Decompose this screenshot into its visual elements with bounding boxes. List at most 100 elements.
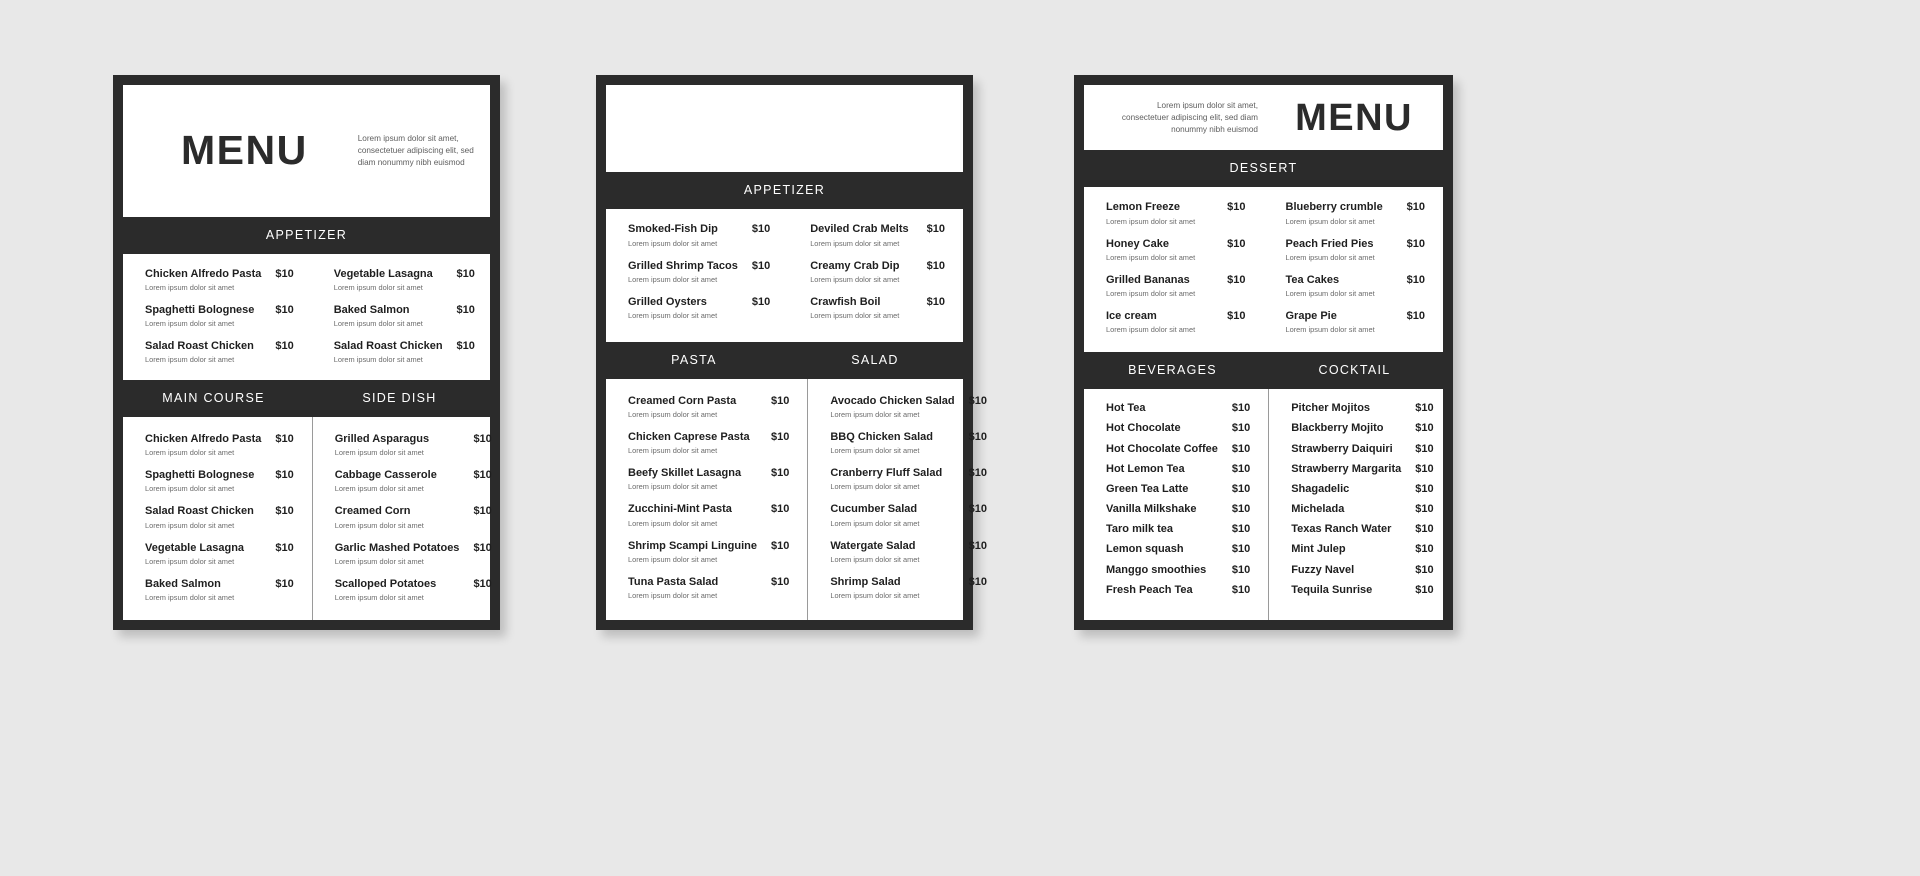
menu-item[interactable]: Vegetable Lasagna Lorem ipsum dolor sit …	[334, 268, 475, 292]
menu-item-desc: Lorem ipsum dolor sit amet	[628, 554, 718, 564]
menu-item[interactable]: Hot Chocolate Coffee $10	[1106, 443, 1250, 456]
menu-item-name: Smoked-Fish Dip	[628, 223, 718, 236]
menu-item[interactable]: Hot Chocolate $10	[1106, 422, 1250, 435]
menu-item-price: $10	[968, 394, 987, 407]
menu-item[interactable]: Cranberry Fluff Salad Lorem ipsum dolor …	[830, 467, 987, 491]
menu-item[interactable]: Lemon squash $10	[1106, 543, 1250, 556]
menu-item[interactable]: Creamed Corn Pasta Lorem ipsum dolor sit…	[628, 395, 789, 419]
menu-item[interactable]: Grilled Bananas Lorem ipsum dolor sit am…	[1106, 274, 1246, 298]
menu-item-texts: Grilled Asparagus Lorem ipsum dolor sit …	[335, 433, 429, 457]
menu-item-name: Creamed Corn	[334, 505, 411, 518]
menu-item[interactable]: Avocado Chicken Salad Lorem ipsum dolor …	[830, 395, 987, 419]
menu-item-name: Vegetable Lasagna	[145, 541, 245, 554]
menu-item-texts: Baked Salmon Lorem ipsum dolor sit amet	[334, 304, 423, 328]
menu-item[interactable]: Spaghetti Bolognese Lorem ipsum dolor si…	[145, 304, 294, 328]
menu-item[interactable]: Michelada $10	[1291, 503, 1433, 516]
menu-item[interactable]: Peach Fried Pies Lorem ipsum dolor sit a…	[1286, 238, 1426, 262]
menu-item[interactable]: Vegetable Lasagna Lorem ipsum dolor sit …	[145, 542, 294, 566]
menu-item[interactable]: Crawfish Boil Lorem ipsum dolor sit amet…	[810, 296, 945, 320]
menu-item[interactable]: Blueberry crumble Lorem ipsum dolor sit …	[1286, 201, 1426, 225]
menu-item[interactable]: Mint Julep $10	[1291, 543, 1433, 556]
menu-item[interactable]: Tea Cakes Lorem ipsum dolor sit amet $10	[1286, 274, 1426, 298]
card-1-appetizer-bar-row: APPETIZER	[123, 221, 490, 249]
menu-item[interactable]: Beefy Skillet Lasagna Lorem ipsum dolor …	[628, 467, 789, 491]
menu-item[interactable]: Manggo smoothies $10	[1106, 564, 1250, 577]
menu-item-name: Salad Roast Chicken	[333, 339, 443, 352]
menu-item[interactable]: Strawberry Margarita $10	[1291, 463, 1433, 476]
menu-item[interactable]: Strawberry Daiquiri $10	[1291, 443, 1433, 456]
menu-item[interactable]: Lemon Freeze Lorem ipsum dolor sit amet …	[1106, 201, 1246, 225]
menu-item-price: $10	[473, 469, 492, 482]
menu-item-desc: Lorem ipsum dolor sit amet	[1285, 325, 1375, 335]
menu-item[interactable]: Creamed Corn Lorem ipsum dolor sit amet …	[335, 505, 492, 529]
menu-item[interactable]: Taro milk tea $10	[1106, 523, 1250, 536]
menu-item[interactable]: Fuzzy Navel $10	[1291, 564, 1433, 577]
menu-item-name: Vanilla Milkshake	[1106, 503, 1197, 516]
menu-item-desc: Lorem ipsum dolor sit amet	[1106, 252, 1196, 262]
menu-item[interactable]: Zucchini-Mint Pasta Lorem ipsum dolor si…	[628, 503, 789, 527]
menu-item-texts: Crawfish Boil Lorem ipsum dolor sit amet	[810, 296, 899, 320]
menu-item[interactable]: Spaghetti Bolognese Lorem ipsum dolor si…	[145, 469, 294, 493]
menu-item[interactable]: Hot Lemon Tea $10	[1106, 463, 1250, 476]
card-1-appetizer-items: Chicken Alfredo Pasta Lorem ipsum dolor …	[123, 253, 490, 381]
menu-item[interactable]: Fresh Peach Tea $10	[1106, 584, 1250, 597]
menu-item[interactable]: Cucumber Salad Lorem ipsum dolor sit ame…	[830, 503, 987, 527]
menu-item[interactable]: Shrimp Scampi Linguine Lorem ipsum dolor…	[628, 540, 789, 564]
menu-item[interactable]: BBQ Chicken Salad Lorem ipsum dolor sit …	[830, 431, 987, 455]
menu-item[interactable]: Shagadelic $10	[1291, 483, 1433, 496]
menu-item[interactable]: Cabbage Casserole Lorem ipsum dolor sit …	[335, 469, 492, 493]
menu-item[interactable]: Smoked-Fish Dip Lorem ipsum dolor sit am…	[628, 223, 770, 247]
menu-card-3: Lorem ipsum dolor sit amet, consectetuer…	[1074, 75, 1453, 630]
menu-item[interactable]: Baked Salmon Lorem ipsum dolor sit amet …	[334, 304, 475, 328]
menu-item[interactable]: Pitcher Mojitos $10	[1291, 402, 1433, 415]
menu-item[interactable]: Creamy Crab Dip Lorem ipsum dolor sit am…	[810, 260, 945, 284]
section-bar-main-course: MAIN COURSE	[123, 385, 304, 413]
menu-item[interactable]: Salad Roast Chicken Lorem ipsum dolor si…	[145, 505, 294, 529]
menu-item[interactable]: Scalloped Potatoes Lorem ipsum dolor sit…	[335, 578, 492, 602]
menu-item[interactable]: Garlic Mashed Potatoes Lorem ipsum dolor…	[335, 542, 492, 566]
menu-item-name: Vegetable Lasagna	[333, 267, 433, 280]
menu-item-price: $10	[1406, 237, 1425, 250]
menu-item[interactable]: Chicken Alfredo Pasta Lorem ipsum dolor …	[145, 268, 294, 292]
menu-item-name: Green Tea Latte	[1106, 482, 1189, 495]
menu-item-texts: Cabbage Casserole Lorem ipsum dolor sit …	[335, 469, 437, 493]
menu-item-price: $10	[1231, 523, 1251, 536]
menu-item-price: $10	[456, 303, 475, 316]
menu-item-name: Spaghetti Bolognese	[145, 469, 255, 482]
menu-item-texts: Tuna Pasta Salad Lorem ipsum dolor sit a…	[628, 576, 718, 600]
menu-item-price: $10	[1231, 503, 1251, 516]
menu-item[interactable]: Honey Cake Lorem ipsum dolor sit amet $1…	[1106, 238, 1246, 262]
menu-item[interactable]: Tuna Pasta Salad Lorem ipsum dolor sit a…	[628, 576, 789, 600]
menu-item[interactable]: Grape Pie Lorem ipsum dolor sit amet $10	[1286, 310, 1426, 334]
menu-item[interactable]: Salad Roast Chicken Lorem ipsum dolor si…	[334, 340, 475, 364]
menu-item[interactable]: Green Tea Latte $10	[1106, 483, 1250, 496]
menu-item-name: Hot Tea	[1106, 402, 1146, 415]
menu-item-price: $10	[1231, 563, 1251, 576]
menu-item[interactable]: Chicken Caprese Pasta Lorem ipsum dolor …	[628, 431, 789, 455]
menu-item-price: $10	[1415, 583, 1434, 596]
menu-item-price: $10	[1406, 273, 1425, 286]
menu-item[interactable]: Ice cream Lorem ipsum dolor sit amet $10	[1106, 310, 1246, 334]
menu-item-desc: Lorem ipsum dolor sit amet	[334, 520, 424, 530]
menu-item-desc: Lorem ipsum dolor sit amet	[145, 448, 235, 458]
menu-item[interactable]: Shrimp Salad Lorem ipsum dolor sit amet …	[830, 576, 987, 600]
menu-item-texts: Spaghetti Bolognese Lorem ipsum dolor si…	[145, 469, 254, 493]
menu-item-name: Grilled Bananas	[1106, 273, 1190, 286]
menu-item[interactable]: Hot Tea $10	[1106, 402, 1250, 415]
menu-item[interactable]: Grilled Asparagus Lorem ipsum dolor sit …	[335, 433, 492, 457]
menu-item[interactable]: Deviled Crab Melts Lorem ipsum dolor sit…	[810, 223, 945, 247]
menu-item[interactable]: Tequila Sunrise $10	[1291, 584, 1433, 597]
menu-item[interactable]: Grilled Shrimp Tacos Lorem ipsum dolor s…	[628, 260, 770, 284]
menu-item-desc: Lorem ipsum dolor sit amet	[810, 310, 900, 320]
menu-item[interactable]: Salad Roast Chicken Lorem ipsum dolor si…	[145, 340, 294, 364]
menu-item[interactable]: Vanilla Milkshake $10	[1106, 503, 1250, 516]
menu-item-price: $10	[1231, 442, 1251, 455]
menu-item[interactable]: Chicken Alfredo Pasta Lorem ipsum dolor …	[145, 433, 294, 457]
menu-item-texts: Creamy Crab Dip Lorem ipsum dolor sit am…	[810, 260, 899, 284]
menu-item[interactable]: Texas Ranch Water $10	[1291, 523, 1433, 536]
menu-item[interactable]: Blackberry Mojito $10	[1291, 422, 1433, 435]
menu-item[interactable]: Grilled Oysters Lorem ipsum dolor sit am…	[628, 296, 770, 320]
menu-item[interactable]: Watergate Salad Lorem ipsum dolor sit am…	[830, 540, 987, 564]
menu-item[interactable]: Baked Salmon Lorem ipsum dolor sit amet …	[145, 578, 294, 602]
menu-item-name: Scalloped Potatoes	[334, 577, 437, 590]
